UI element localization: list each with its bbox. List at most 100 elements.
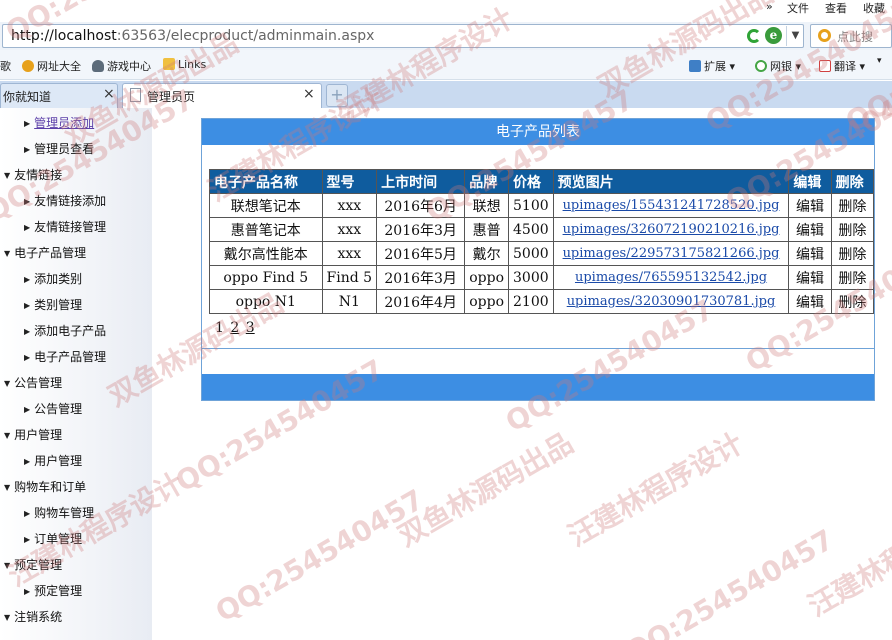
- ie-engine-icon[interactable]: e: [765, 27, 782, 44]
- sidebar-group[interactable]: ▼ 购物车和订单: [4, 478, 86, 495]
- sidebar-item[interactable]: ▶ 公告管理: [24, 400, 82, 417]
- close-icon[interactable]: ×: [303, 86, 315, 102]
- close-icon[interactable]: ×: [103, 86, 115, 102]
- expand-triangle-icon: ▼: [4, 613, 11, 622]
- sidebar-item[interactable]: ▶ 用户管理: [24, 452, 82, 469]
- edit-link[interactable]: 编辑: [788, 217, 832, 242]
- menu-view[interactable]: 查看: [825, 0, 847, 16]
- cell-model: Find 5: [321, 265, 378, 290]
- collapsed-triangle-icon: ▶: [24, 457, 31, 466]
- delete-link[interactable]: 删除: [830, 289, 875, 314]
- tab-admin-page[interactable]: 管理员页 ×: [122, 83, 322, 108]
- sidebar-group[interactable]: ▼ 公告管理: [4, 374, 62, 391]
- delete-link[interactable]: 删除: [830, 265, 875, 290]
- favbar-more-dropdown[interactable]: ▾: [877, 56, 882, 66]
- image-link[interactable]: upimages/765595132542.jpg: [552, 265, 790, 290]
- table-row: 联想笔记本 xxx 2016年6月 联想 5100 upimages/1554312417…: [209, 193, 875, 218]
- expand-triangle-icon: ▼: [4, 431, 11, 440]
- sidebar-item[interactable]: ▶ 订单管理: [24, 530, 82, 547]
- cell-brand: 联想: [464, 193, 509, 218]
- image-link[interactable]: upimages/326072190210216.jpg: [552, 217, 790, 242]
- sidebar-item[interactable]: ▶ 添加电子产品: [24, 322, 106, 339]
- sidebar-group[interactable]: ▼ 电子产品管理: [4, 244, 86, 261]
- pager: 1 2 3: [215, 320, 255, 336]
- sidebar-item[interactable]: ▶ 电子产品管理: [24, 348, 106, 365]
- sidebar-item-label: 添加类别: [34, 272, 83, 286]
- menu-overflow-arrows[interactable]: »: [766, 0, 773, 13]
- favorite-sites[interactable]: 网址大全: [22, 58, 81, 74]
- sidebar-group[interactable]: ▼ 预定管理: [4, 556, 62, 573]
- edit-link[interactable]: 编辑: [788, 241, 832, 266]
- url-host: http://localhost: [11, 28, 117, 44]
- product-rows: 联想笔记本 xxx 2016年6月 联想 5100 upimages/1554312417…: [209, 193, 875, 314]
- column-header-price: 价格: [508, 169, 554, 194]
- page-icon: [130, 88, 141, 102]
- search-input[interactable]: 点此搜: [810, 24, 892, 48]
- watermark-text: 双鱼林源码出品: [392, 426, 579, 553]
- bank-icon: [755, 60, 767, 72]
- image-link[interactable]: upimages/32030901730781.jpg: [552, 289, 790, 314]
- collapsed-triangle-icon: ▶: [24, 509, 31, 518]
- sidebar-item[interactable]: ▶ 预定管理: [24, 582, 82, 599]
- edit-link[interactable]: 编辑: [788, 289, 832, 314]
- column-header-model: 型号: [321, 169, 378, 194]
- extensions-icon: [689, 60, 701, 72]
- favorite-truncated[interactable]: 歌: [0, 58, 11, 74]
- sidebar-item[interactable]: ▶ 添加类别: [24, 270, 82, 287]
- cell-model: xxx: [321, 217, 378, 242]
- watermark-text: QQ:254540457: [210, 482, 430, 629]
- column-header-date: 上市时间: [376, 169, 466, 194]
- admin-sidebar: ▶ 管理员添加 ▶ 管理员查看 ▼ 友情链接 ▶ 友情链接添加 ▶ 友情链接管理 ▼ 电子产品管理 ▶ 添…: [0, 108, 152, 640]
- sidebar-item-label: 友情链接添加: [34, 194, 107, 208]
- refresh-icon[interactable]: [747, 29, 761, 43]
- cell-model: N1: [321, 289, 378, 314]
- cell-product-name: 惠普笔记本: [209, 217, 323, 242]
- pager-link-page[interactable]: 2: [230, 320, 239, 336]
- expand-triangle-icon: ▼: [4, 379, 11, 388]
- delete-link[interactable]: 删除: [830, 217, 875, 242]
- menu-favorites[interactable]: 收藏: [863, 0, 885, 16]
- expand-triangle-icon: ▼: [4, 561, 11, 570]
- new-tab-button[interactable]: +: [326, 84, 348, 107]
- chevron-down-icon[interactable]: ▼: [786, 26, 804, 46]
- sidebar-group[interactable]: ▼ 用户管理: [4, 426, 62, 443]
- image-link[interactable]: upimages/155431241728520.jpg: [552, 193, 790, 218]
- favorite-links[interactable]: Links: [163, 58, 206, 71]
- sidebar-item[interactable]: ▶ 友情链接管理: [24, 218, 106, 235]
- sidebar-item-label: 添加电子产品: [34, 324, 107, 338]
- url-text[interactable]: http://localhost:63563/elecproduct/admin…: [11, 28, 374, 44]
- cell-release-date: 2016年6月: [376, 193, 466, 218]
- column-header-brand: 品牌: [464, 169, 509, 194]
- sidebar-item[interactable]: ▶ 友情链接添加: [24, 192, 106, 209]
- collapsed-triangle-icon: ▶: [24, 145, 31, 154]
- translate-icon: [819, 60, 831, 72]
- cell-brand: oppo: [464, 289, 509, 314]
- sidebar-item[interactable]: ▶ 管理员添加: [24, 114, 94, 131]
- column-header-edit: 编辑: [788, 169, 832, 194]
- tab-ni-jiu-zhi-dao[interactable]: 你就知道 ×: [0, 83, 118, 108]
- collapsed-triangle-icon: ▶: [24, 197, 31, 206]
- sidebar-item[interactable]: ▶ 购物车管理: [24, 504, 94, 521]
- watermark-text: 汪建林程序设计: [562, 426, 749, 553]
- sidebar-group[interactable]: ▼ 注销系统: [4, 608, 62, 625]
- sidebar-item-label: 公告管理: [14, 376, 63, 390]
- collapsed-triangle-icon: ▶: [24, 119, 31, 128]
- column-header-name: 电子产品名称: [209, 169, 323, 194]
- translate-button[interactable]: 翻译 ▾: [819, 58, 865, 74]
- image-link[interactable]: upimages/229573175821266.jpg: [552, 241, 790, 266]
- favorite-games[interactable]: 游戏中心: [92, 58, 151, 74]
- edit-link[interactable]: 编辑: [788, 193, 832, 218]
- delete-link[interactable]: 删除: [830, 193, 875, 218]
- extensions-button[interactable]: 扩展 ▾: [689, 58, 735, 74]
- pager-link-page[interactable]: 3: [246, 320, 255, 336]
- edit-link[interactable]: 编辑: [788, 265, 832, 290]
- delete-link[interactable]: 删除: [830, 241, 875, 266]
- menu-file[interactable]: 文件: [787, 0, 809, 16]
- address-input[interactable]: http://localhost:63563/elecproduct/admin…: [2, 24, 804, 48]
- sidebar-item[interactable]: ▶ 管理员查看: [24, 140, 94, 157]
- cell-product-name: 联想笔记本: [209, 193, 323, 218]
- sidebar-group[interactable]: ▼ 友情链接: [4, 166, 62, 183]
- sidebar-item[interactable]: ▶ 类别管理: [24, 296, 82, 313]
- bank-button[interactable]: 网银 ▾: [755, 58, 801, 74]
- sidebar-item-label: 电子产品管理: [34, 350, 107, 364]
